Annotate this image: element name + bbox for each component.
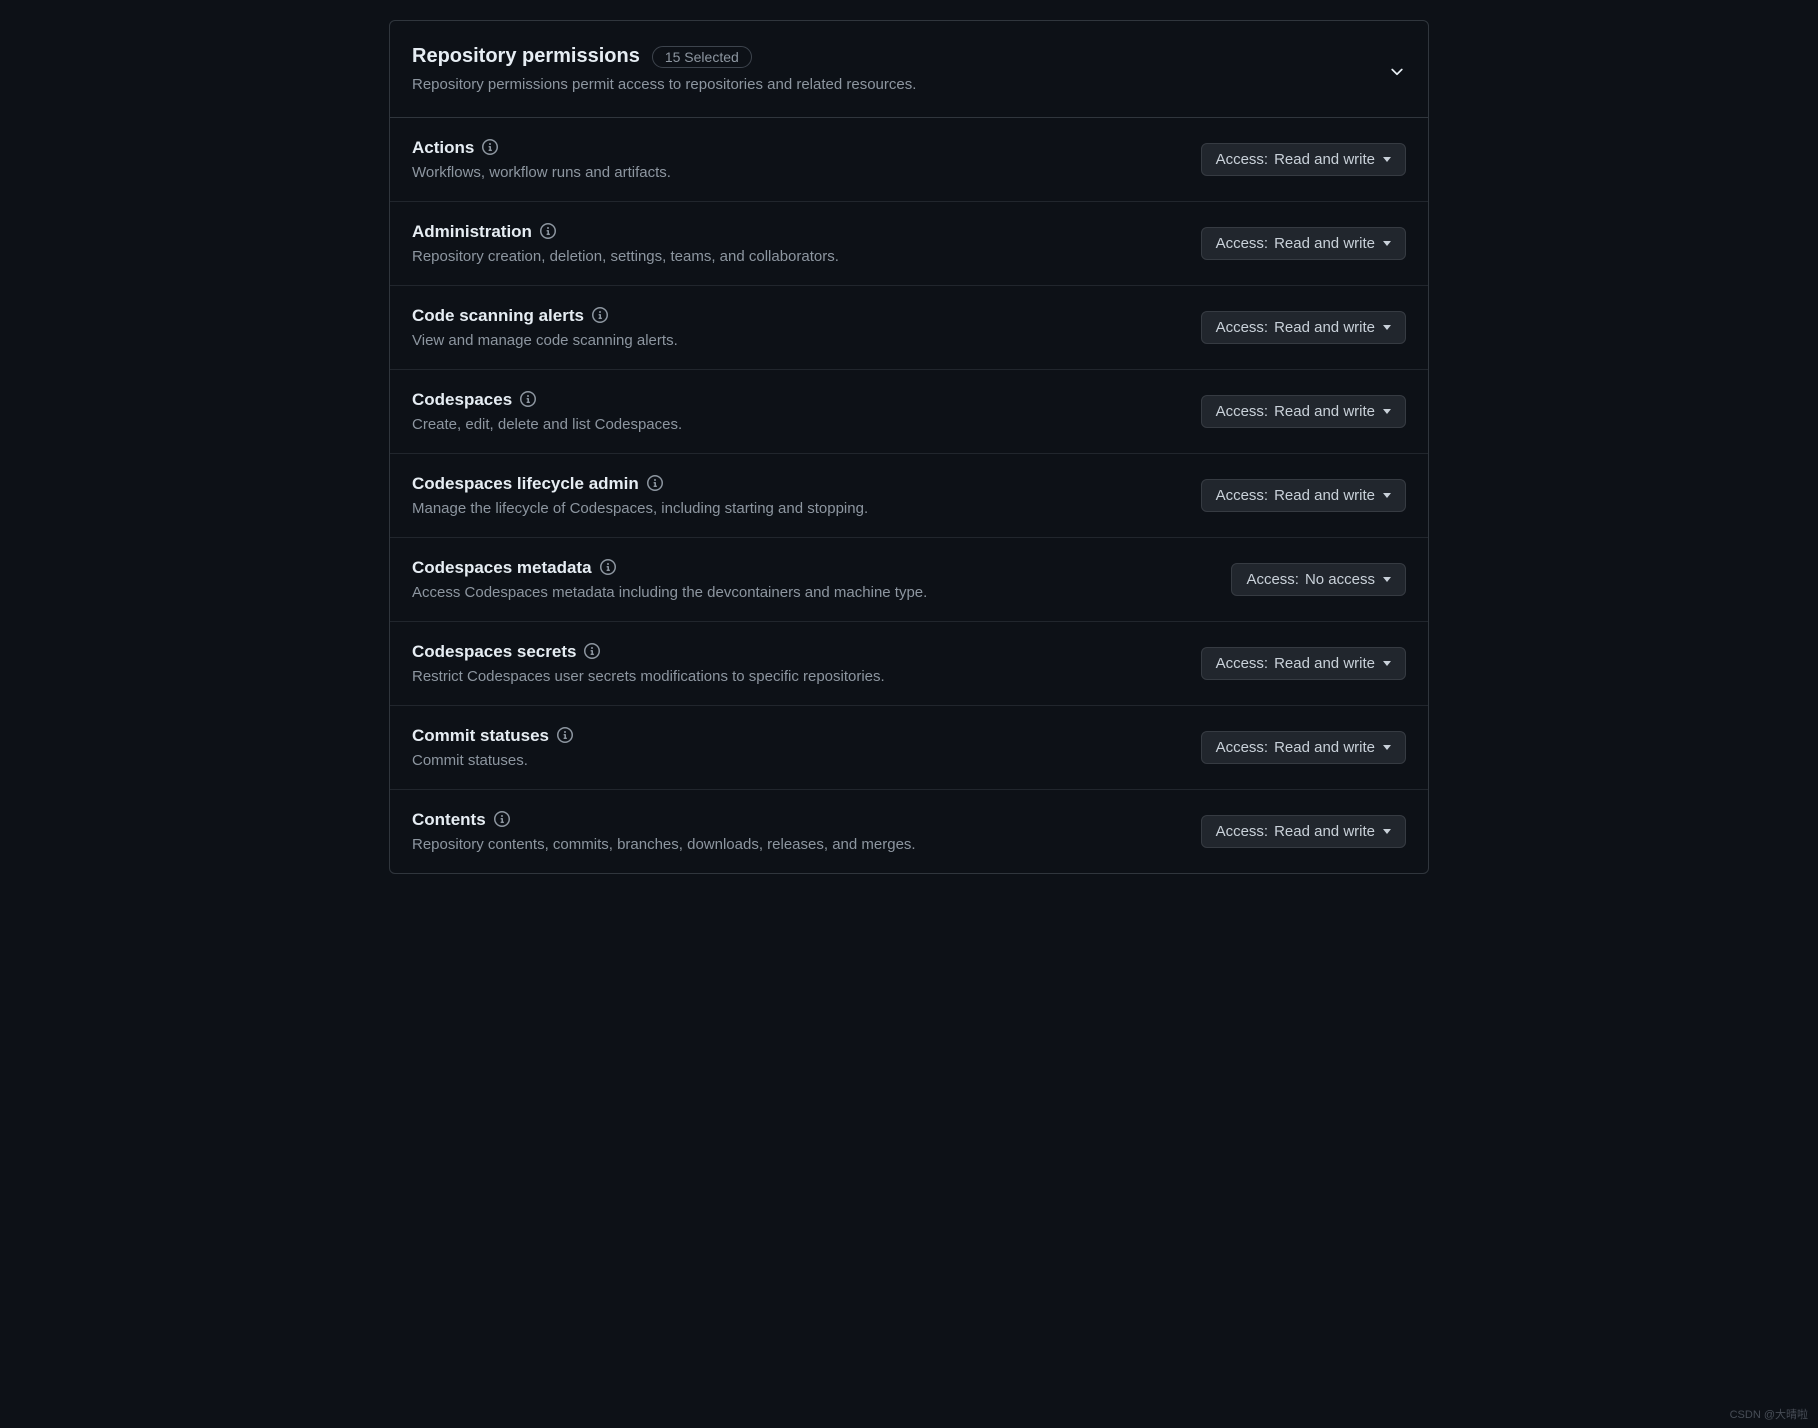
panel-title: Repository permissions bbox=[412, 45, 640, 68]
access-dropdown-button[interactable]: Access: Read and write bbox=[1201, 227, 1406, 260]
access-value: No access bbox=[1305, 571, 1375, 588]
info-icon[interactable] bbox=[520, 391, 536, 410]
caret-down-icon bbox=[1383, 829, 1391, 834]
repository-permissions-panel: Repository permissions 15 Selected Repos… bbox=[389, 20, 1429, 874]
permission-row: Codespaces Create, edit, delete and list … bbox=[390, 370, 1428, 454]
panel-header[interactable]: Repository permissions 15 Selected Repos… bbox=[390, 21, 1428, 118]
access-value: Read and write bbox=[1274, 403, 1375, 420]
permission-info: Codespaces secrets Restrict Codespaces us… bbox=[412, 642, 1201, 685]
info-icon[interactable] bbox=[647, 475, 663, 494]
access-value: Read and write bbox=[1274, 235, 1375, 252]
access-value: Read and write bbox=[1274, 655, 1375, 672]
permission-title: Codespaces lifecycle admin bbox=[412, 474, 639, 494]
permission-row: Administration Repository creation, delet… bbox=[390, 202, 1428, 286]
caret-down-icon bbox=[1383, 325, 1391, 330]
caret-down-icon bbox=[1383, 409, 1391, 414]
permission-row: Codespaces secrets Restrict Codespaces us… bbox=[390, 622, 1428, 706]
permission-description: Commit statuses. bbox=[412, 752, 1201, 769]
permission-info: Codespaces Create, edit, delete and list … bbox=[412, 390, 1201, 433]
caret-down-icon bbox=[1383, 493, 1391, 498]
access-dropdown-button[interactable]: Access: Read and write bbox=[1201, 143, 1406, 176]
caret-down-icon bbox=[1383, 157, 1391, 162]
permission-title: Code scanning alerts bbox=[412, 306, 584, 326]
access-dropdown-button[interactable]: Access: Read and write bbox=[1201, 731, 1406, 764]
permission-info: Codespaces metadata Access Codespaces met… bbox=[412, 558, 1231, 601]
permission-description: Workflows, workflow runs and artifacts. bbox=[412, 164, 1201, 181]
access-value: Read and write bbox=[1274, 151, 1375, 168]
access-dropdown-button[interactable]: Access: Read and write bbox=[1201, 815, 1406, 848]
permission-title: Contents bbox=[412, 810, 486, 830]
caret-down-icon bbox=[1383, 661, 1391, 666]
permission-description: Create, edit, delete and list Codespaces… bbox=[412, 416, 1201, 433]
permission-row: Actions Workflows, workflow runs and arti… bbox=[390, 118, 1428, 202]
permission-list: Actions Workflows, workflow runs and arti… bbox=[390, 118, 1428, 873]
info-icon[interactable] bbox=[584, 643, 600, 662]
info-icon[interactable] bbox=[592, 307, 608, 326]
permission-info: Actions Workflows, workflow runs and arti… bbox=[412, 138, 1201, 181]
permission-info: Commit statuses Commit statuses. bbox=[412, 726, 1201, 769]
info-icon[interactable] bbox=[557, 727, 573, 746]
access-value: Read and write bbox=[1274, 823, 1375, 840]
permission-title: Codespaces bbox=[412, 390, 512, 410]
access-label-prefix: Access: bbox=[1216, 487, 1269, 504]
watermark: CSDN @大晴啦 bbox=[1730, 1406, 1808, 1422]
permission-title: Commit statuses bbox=[412, 726, 549, 746]
caret-down-icon bbox=[1383, 241, 1391, 246]
access-label-prefix: Access: bbox=[1216, 655, 1269, 672]
permission-title: Codespaces metadata bbox=[412, 558, 592, 578]
access-label-prefix: Access: bbox=[1216, 403, 1269, 420]
permission-info: Code scanning alerts View and manage code… bbox=[412, 306, 1201, 349]
selected-count-badge: 15 Selected bbox=[652, 46, 752, 68]
info-icon[interactable] bbox=[482, 139, 498, 158]
access-label-prefix: Access: bbox=[1216, 235, 1269, 252]
access-label-prefix: Access: bbox=[1246, 571, 1299, 588]
permission-description: Restrict Codespaces user secrets modific… bbox=[412, 668, 1201, 685]
permission-title: Actions bbox=[412, 138, 474, 158]
access-dropdown-button[interactable]: Access: Read and write bbox=[1201, 311, 1406, 344]
caret-down-icon bbox=[1383, 577, 1391, 582]
access-value: Read and write bbox=[1274, 739, 1375, 756]
chevron-down-icon[interactable] bbox=[1388, 63, 1406, 84]
permission-description: View and manage code scanning alerts. bbox=[412, 332, 1201, 349]
access-dropdown-button[interactable]: Access: Read and write bbox=[1201, 647, 1406, 680]
panel-subtitle: Repository permissions permit access to … bbox=[412, 76, 1388, 93]
permission-row: Codespaces lifecycle admin Manage the lif… bbox=[390, 454, 1428, 538]
access-label-prefix: Access: bbox=[1216, 823, 1269, 840]
caret-down-icon bbox=[1383, 745, 1391, 750]
permission-row: Code scanning alerts View and manage code… bbox=[390, 286, 1428, 370]
access-label-prefix: Access: bbox=[1216, 151, 1269, 168]
info-icon[interactable] bbox=[540, 223, 556, 242]
permission-info: Contents Repository contents, commits, br… bbox=[412, 810, 1201, 853]
access-label-prefix: Access: bbox=[1216, 319, 1269, 336]
permission-description: Access Codespaces metadata including the… bbox=[412, 584, 1231, 601]
permission-title: Codespaces secrets bbox=[412, 642, 576, 662]
access-dropdown-button[interactable]: Access: Read and write bbox=[1201, 479, 1406, 512]
permission-title: Administration bbox=[412, 222, 532, 242]
permission-row: Contents Repository contents, commits, br… bbox=[390, 790, 1428, 873]
access-value: Read and write bbox=[1274, 319, 1375, 336]
info-icon[interactable] bbox=[494, 811, 510, 830]
permission-description: Repository contents, commits, branches, … bbox=[412, 836, 1201, 853]
permission-info: Codespaces lifecycle admin Manage the lif… bbox=[412, 474, 1201, 517]
access-dropdown-button[interactable]: Access: No access bbox=[1231, 563, 1406, 596]
permission-row: Codespaces metadata Access Codespaces met… bbox=[390, 538, 1428, 622]
permission-description: Repository creation, deletion, settings,… bbox=[412, 248, 1201, 265]
access-value: Read and write bbox=[1274, 487, 1375, 504]
info-icon[interactable] bbox=[600, 559, 616, 578]
panel-header-content: Repository permissions 15 Selected Repos… bbox=[412, 45, 1388, 93]
access-dropdown-button[interactable]: Access: Read and write bbox=[1201, 395, 1406, 428]
permission-row: Commit statusesCommit statuses.Access: R… bbox=[390, 706, 1428, 790]
permission-info: Administration Repository creation, delet… bbox=[412, 222, 1201, 265]
permission-description: Manage the lifecycle of Codespaces, incl… bbox=[412, 500, 1201, 517]
access-label-prefix: Access: bbox=[1216, 739, 1269, 756]
